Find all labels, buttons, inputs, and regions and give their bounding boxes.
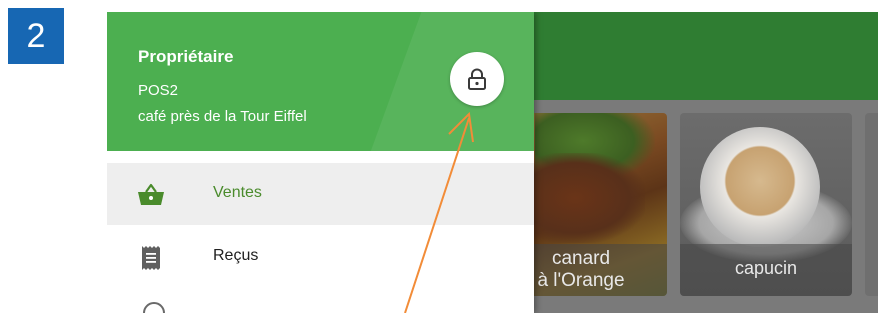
product-tile-capucin[interactable]: capucin [680, 113, 852, 296]
product-tile-partial[interactable] [865, 113, 878, 296]
header-decoration [360, 12, 534, 151]
coffee-cup-image [700, 127, 820, 247]
drawer-item-ventes[interactable]: Ventes [107, 163, 534, 225]
drawer-header: Propriétaire POS2 café près de la Tour E… [107, 12, 534, 151]
basket-icon [137, 182, 165, 208]
drawer-item-recus[interactable]: Reçus [107, 226, 534, 288]
navigation-drawer: Propriétaire POS2 café près de la Tour E… [107, 12, 534, 313]
lock-icon [468, 68, 486, 90]
product-tile-label: capucin [680, 244, 852, 296]
step-number-badge: 2 [8, 8, 64, 64]
app-screen: canard à l'Orange capucin Propriétaire P… [107, 12, 878, 313]
lock-button[interactable] [450, 52, 504, 106]
store-name: café près de la Tour Eiffel [138, 108, 307, 125]
receipt-icon [137, 245, 165, 271]
partial-menu-icon [143, 302, 165, 313]
drawer-item-label: Reçus [213, 247, 259, 264]
drawer-item-label: Ventes [213, 184, 262, 201]
pos-name: POS2 [138, 82, 179, 99]
user-role: Propriétaire [138, 47, 234, 66]
